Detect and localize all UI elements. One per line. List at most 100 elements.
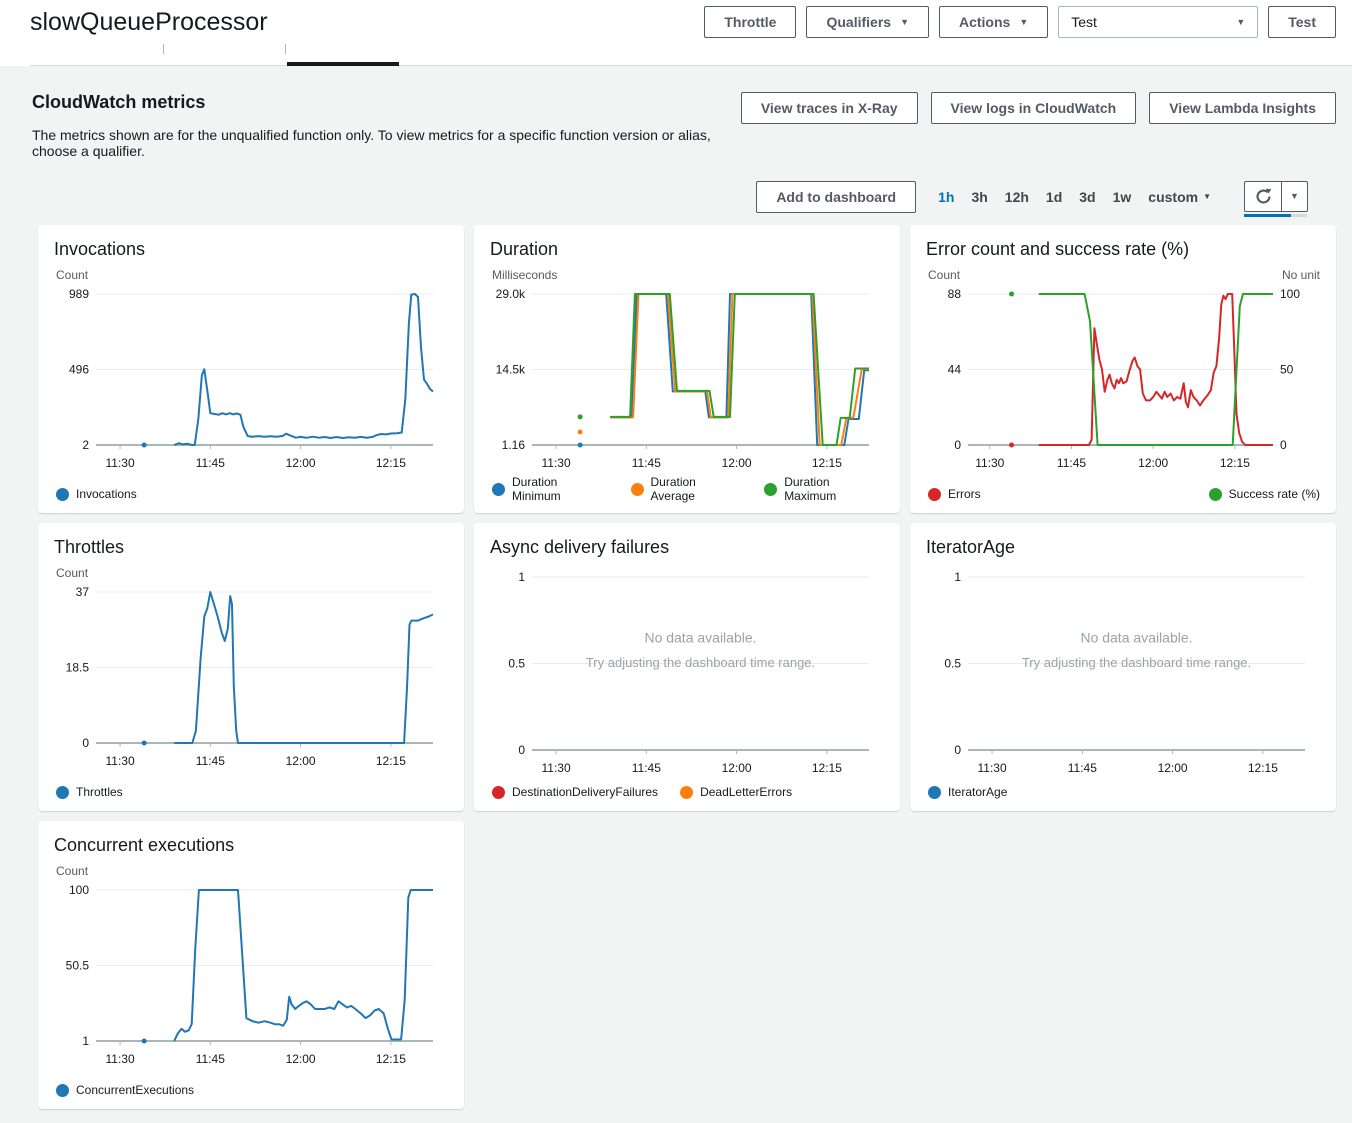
svg-text:12:00: 12:00 (286, 1052, 316, 1066)
tab-bar-divider (30, 65, 1352, 66)
legend-swatch-icon (764, 483, 777, 496)
y-axis-unit: Count (928, 268, 960, 283)
tab-separator (285, 44, 286, 54)
time-range-custom[interactable]: custom ▼ (1148, 189, 1211, 205)
add-to-dashboard-button[interactable]: Add to dashboard (756, 181, 916, 213)
svg-text:18.5: 18.5 (66, 661, 90, 675)
active-tab-indicator[interactable] (287, 62, 399, 66)
time-range-1d[interactable]: 1d (1046, 189, 1062, 205)
svg-text:12:15: 12:15 (376, 754, 406, 768)
chart-plot: 10.5011:3011:4512:0012:15No data availab… (490, 568, 884, 780)
y-axis-unit: Count (56, 268, 88, 283)
test-button[interactable]: Test (1268, 6, 1336, 38)
svg-text:989: 989 (69, 287, 89, 301)
y-axis-right-unit: No unit (1282, 268, 1320, 283)
svg-text:11:45: 11:45 (632, 456, 661, 470)
svg-text:0.5: 0.5 (508, 657, 525, 671)
chart-plot: 989496211:3011:4512:0012:15 (54, 285, 448, 475)
chart-plot: 3718.5011:3011:4512:0012:15 (54, 583, 448, 773)
legend-swatch-icon (1209, 488, 1222, 501)
svg-text:11:45: 11:45 (196, 456, 225, 470)
legend-item: Throttles (56, 785, 123, 799)
chart-plot: 10.5011:3011:4512:0012:15No data availab… (926, 568, 1320, 780)
legend-item: Invocations (56, 487, 137, 501)
svg-text:1: 1 (954, 570, 961, 584)
chart-title: Error count and success rate (%) (926, 239, 1320, 260)
metric-card-errors: Error count and success rate (%) Count N… (910, 225, 1336, 513)
legend-item: Errors (928, 487, 981, 501)
svg-text:0: 0 (1280, 438, 1287, 452)
actions-button[interactable]: Actions ▼ (939, 6, 1048, 38)
caret-down-icon: ▼ (1019, 18, 1028, 27)
svg-text:12:15: 12:15 (376, 456, 406, 470)
legend-swatch-icon (680, 786, 693, 799)
throttle-button[interactable]: Throttle (704, 6, 796, 38)
refresh-button[interactable] (1245, 182, 1282, 211)
svg-text:50.5: 50.5 (66, 959, 90, 973)
legend-label: Invocations (76, 487, 137, 501)
chart-legend: ConcurrentExecutions (54, 1083, 448, 1097)
refresh-icon (1255, 188, 1272, 205)
svg-text:88: 88 (948, 287, 962, 301)
section-heading: CloudWatch metrics (32, 92, 741, 113)
page-title: slowQueueProcessor (30, 8, 268, 37)
legend-label: DeadLetterErrors (700, 785, 792, 799)
legend-label: Duration Minimum (512, 475, 609, 503)
auto-refresh-progress (1244, 214, 1307, 217)
svg-text:11:30: 11:30 (978, 761, 1007, 775)
section-description: The metrics shown are for the unqualifie… (32, 127, 741, 159)
test-event-select[interactable]: Test ▼ (1058, 6, 1258, 38)
metrics-links: View traces in X-Ray View logs in CloudW… (741, 92, 1336, 124)
view-logs-button[interactable]: View logs in CloudWatch (931, 92, 1137, 124)
refresh-control: ▼ (1244, 181, 1308, 217)
svg-text:11:30: 11:30 (106, 1052, 135, 1066)
svg-text:12:00: 12:00 (722, 761, 752, 775)
view-xray-button[interactable]: View traces in X-Ray (741, 92, 918, 124)
chart-legend: ErrorsSuccess rate (%) (926, 487, 1320, 501)
refresh-options-button[interactable]: ▼ (1282, 182, 1307, 211)
legend-swatch-icon (631, 483, 644, 496)
svg-text:11:30: 11:30 (975, 456, 1004, 470)
chart-legend: Invocations (54, 487, 448, 501)
svg-text:12:15: 12:15 (1220, 456, 1250, 470)
time-range-12h[interactable]: 12h (1005, 189, 1029, 205)
chart-plot: 8844010050011:3011:4512:0012:15 (926, 285, 1320, 475)
metrics-toolbar: Add to dashboard 1h 3h 12h 1d 3d 1w cust… (0, 181, 1352, 219)
time-range-3h[interactable]: 3h (971, 189, 987, 205)
svg-text:12:00: 12:00 (722, 456, 752, 470)
time-range-selector: 1h 3h 12h 1d 3d 1w custom ▼ (938, 189, 1211, 205)
legend-item: Duration Minimum (492, 475, 609, 503)
legend-swatch-icon (928, 488, 941, 501)
svg-text:12:15: 12:15 (812, 456, 842, 470)
chart-title: IteratorAge (926, 537, 1320, 558)
legend-label: IteratorAge (948, 785, 1007, 799)
view-lambda-insights-button[interactable]: View Lambda Insights (1149, 92, 1336, 124)
chart-plot: 10050.5111:3011:4512:0012:15 (54, 881, 448, 1071)
qualifiers-button[interactable]: Qualifiers ▼ (806, 6, 929, 38)
tab-separator (163, 44, 164, 54)
svg-text:11:30: 11:30 (106, 456, 135, 470)
chart-title: Throttles (54, 537, 448, 558)
svg-text:12:00: 12:00 (1158, 761, 1188, 775)
svg-text:0.5: 0.5 (944, 657, 961, 671)
time-range-3d[interactable]: 3d (1079, 189, 1095, 205)
svg-text:11:45: 11:45 (632, 761, 661, 775)
svg-text:11:30: 11:30 (542, 761, 571, 775)
legend-swatch-icon (928, 786, 941, 799)
svg-text:Try adjusting the dashboard ti: Try adjusting the dashboard time range. (1022, 655, 1251, 670)
chart-legend: Duration MinimumDuration AverageDuration… (490, 475, 884, 503)
svg-text:12:15: 12:15 (812, 761, 842, 775)
chart-legend: IteratorAge (926, 785, 1320, 799)
time-range-1w[interactable]: 1w (1113, 189, 1132, 205)
legend-label: Errors (948, 487, 981, 501)
legend-item: IteratorAge (928, 785, 1007, 799)
svg-text:11:45: 11:45 (196, 1052, 225, 1066)
legend-swatch-icon (492, 483, 505, 496)
time-range-1h[interactable]: 1h (938, 189, 954, 205)
svg-text:No data available.: No data available. (1080, 630, 1192, 646)
legend-swatch-icon (56, 1084, 69, 1097)
svg-text:0: 0 (954, 438, 961, 452)
header-actions: Throttle Qualifiers ▼ Actions ▼ Test ▼ T… (704, 6, 1336, 38)
svg-text:100: 100 (1280, 287, 1300, 301)
svg-text:No data available.: No data available. (644, 630, 756, 646)
